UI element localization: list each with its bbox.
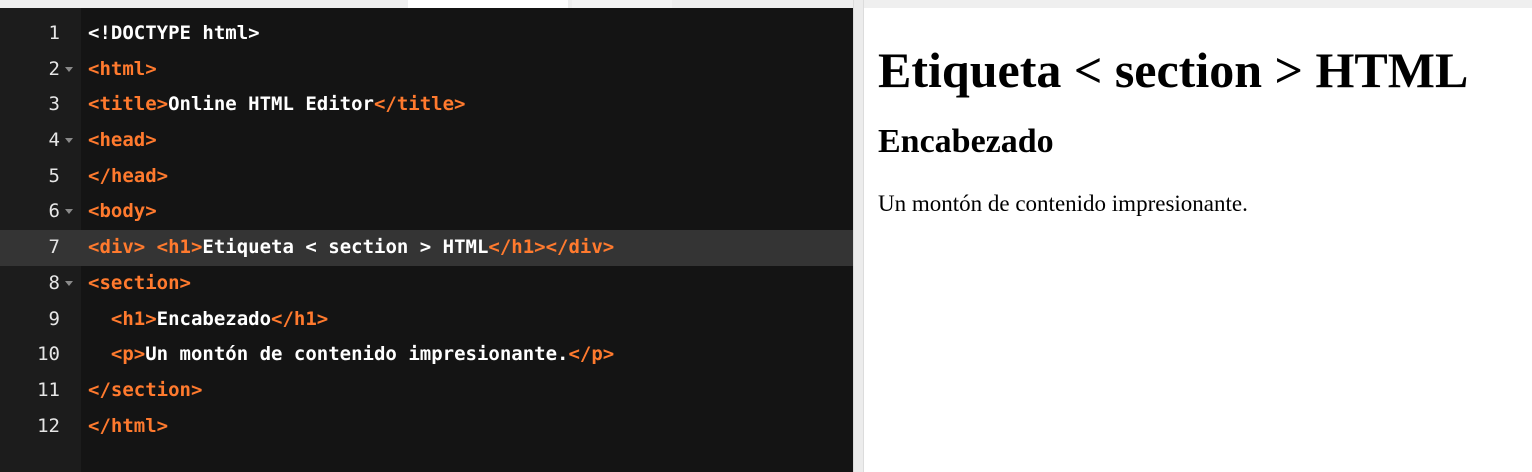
code-text: <title>Online HTML Editor</title> bbox=[88, 87, 466, 123]
code-tag-token: </title> bbox=[373, 93, 466, 116]
preview-heading: Etiqueta < section > HTML bbox=[878, 42, 1469, 98]
line-number: 8 bbox=[48, 271, 60, 294]
code-text: <div> <h1>Etiqueta < section > HTML</h1>… bbox=[88, 230, 614, 266]
line-number: 7 bbox=[0, 230, 60, 266]
code-text: </section> bbox=[88, 373, 202, 409]
line-number: 4 bbox=[48, 129, 60, 152]
code-tag-token: </html> bbox=[88, 414, 169, 437]
code-text: <h1>Encabezado</h1> bbox=[88, 302, 328, 338]
code-text: <head> bbox=[88, 123, 157, 159]
line-number: 3 bbox=[48, 93, 60, 116]
code-editor[interactable]: 1 <!DOCTYPE html> 2 <html> 3 <title>Online HT… bbox=[0, 8, 853, 472]
code-text: <html> bbox=[88, 52, 157, 88]
code-tag-token: <h1> bbox=[110, 307, 157, 330]
code-tag-token: </head> bbox=[88, 164, 169, 187]
code-text: </html> bbox=[88, 409, 168, 445]
code-text-token: Etiqueta < section > HTML bbox=[202, 236, 489, 259]
code-text: <body> bbox=[88, 194, 157, 230]
code-line[interactable]: 8 <section> bbox=[0, 266, 853, 302]
fold-arrow-icon[interactable] bbox=[65, 209, 73, 215]
line-number: 9 bbox=[48, 307, 60, 330]
line-number: 6 bbox=[48, 200, 60, 223]
top-tab-strip bbox=[0, 0, 1532, 8]
line-number: 12 bbox=[37, 414, 60, 437]
code-text: <!DOCTYPE html> bbox=[88, 16, 260, 52]
code-text-token: Online HTML Editor bbox=[168, 93, 374, 116]
line-number: 10 bbox=[37, 343, 60, 366]
code-line[interactable]: 7 <div> <h1>Etiqueta < section > HTML</h1… bbox=[0, 230, 853, 266]
code-line[interactable]: 11 </section> bbox=[0, 373, 853, 409]
code-tag-token: <div> bbox=[88, 236, 146, 259]
line-number: 1 bbox=[48, 22, 60, 44]
code-text-token: Encabezado bbox=[156, 307, 272, 330]
preview-subheading: Encabezado bbox=[878, 122, 1054, 160]
code-line[interactable]: 2 <html> bbox=[0, 52, 853, 88]
code-line[interactable]: 1 <!DOCTYPE html> bbox=[0, 16, 853, 52]
preview-pane: Etiqueta < section > HTML Encabezado Un … bbox=[864, 8, 1532, 472]
code-tag-token: <title> bbox=[88, 93, 169, 116]
line-number: 5 bbox=[48, 164, 60, 187]
code-text: <section> bbox=[88, 266, 191, 302]
code-line[interactable]: 12 </html> bbox=[0, 409, 853, 445]
code-tag-token: </p> bbox=[568, 343, 615, 366]
code-lines[interactable]: 1 <!DOCTYPE html> 2 <html> 3 <title>Online HT… bbox=[0, 16, 853, 444]
code-text-token: Un montón de contenido impresionante. bbox=[145, 343, 569, 366]
tab-active[interactable] bbox=[408, 0, 568, 8]
code-line[interactable]: 4 <head> bbox=[0, 123, 853, 159]
fold-arrow-icon[interactable] bbox=[65, 66, 73, 72]
code-tag-token: <p> bbox=[110, 343, 146, 366]
line-number: 11 bbox=[37, 378, 60, 401]
code-tag-token: <body> bbox=[88, 200, 157, 223]
code-tag-token: <head> bbox=[88, 129, 157, 152]
code-text: <p>Un montón de contenido impresionante.… bbox=[88, 337, 614, 373]
fold-arrow-icon[interactable] bbox=[65, 280, 73, 286]
code-tag-token: </h1> bbox=[271, 307, 329, 330]
code-text: </head> bbox=[88, 159, 168, 195]
code-tag-token: </h1></div> bbox=[488, 236, 615, 259]
pane-splitter[interactable] bbox=[853, 0, 864, 472]
code-line[interactable]: 3 <title>Online HTML Editor</title> bbox=[0, 87, 853, 123]
code-line[interactable]: 5 </head> bbox=[0, 159, 853, 195]
line-number: 2 bbox=[48, 57, 60, 80]
code-line[interactable]: 9 <h1>Encabezado</h1> bbox=[0, 302, 853, 338]
fold-arrow-icon[interactable] bbox=[65, 138, 73, 144]
code-tag-token: <h1> bbox=[156, 236, 203, 259]
code-line[interactable]: 10 <p>Un montón de contenido impresionan… bbox=[0, 337, 853, 373]
code-text-token: <!DOCTYPE html> bbox=[88, 22, 260, 44]
preview-paragraph: Un montón de contenido impresionante. bbox=[878, 191, 1248, 217]
code-tag-token: <section> bbox=[88, 271, 191, 294]
code-line[interactable]: 6 <body> bbox=[0, 194, 853, 230]
code-tag-token: <html> bbox=[88, 57, 157, 80]
tab[interactable] bbox=[572, 0, 672, 8]
code-tag-token: </section> bbox=[88, 378, 203, 401]
